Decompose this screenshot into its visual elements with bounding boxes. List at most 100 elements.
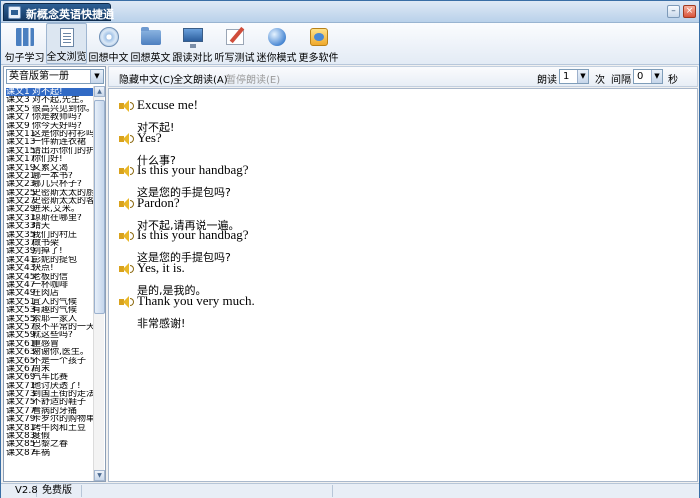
scroll-up-arrow-icon[interactable]: ▲ <box>94 86 105 97</box>
lesson-number: 课文25 <box>6 188 36 198</box>
lesson-list-item[interactable]: 课文37做书架 <box>6 239 94 247</box>
lesson-list-item[interactable]: 课文81烤牛肉和土豆 <box>6 424 94 432</box>
speaker-icon[interactable] <box>119 132 134 145</box>
lesson-number: 课文73 <box>6 390 36 399</box>
tool-recall-chinese[interactable]: 回想中文 <box>88 23 129 64</box>
lesson-list-item[interactable]: 课文25史密斯太太的厨房 <box>6 189 94 197</box>
tool-full-text-browse[interactable]: 全文浏览 <box>46 23 87 64</box>
lesson-list-item[interactable]: 课文13一件新连衣裙 <box>6 138 94 146</box>
chevron-down-icon[interactable]: ▼ <box>651 70 662 83</box>
app-icon[interactable] <box>8 6 21 19</box>
hide-chinese-button[interactable]: 隐藏中文(C) <box>119 71 174 86</box>
lesson-list-item[interactable]: 课文59就这些吗? <box>6 331 94 339</box>
book-select[interactable]: 英音版第一册 ▼ <box>6 69 104 84</box>
lesson-list-item[interactable]: 课文41彭妮的提包 <box>6 256 94 264</box>
lesson-list-item[interactable]: 课文73到国王街的走法 <box>6 390 94 398</box>
tool-dictation-test[interactable]: 听写测试 <box>214 23 255 64</box>
lesson-number: 课文51 <box>6 297 36 307</box>
tool-mini-mode[interactable]: 迷你模式 <box>256 23 297 64</box>
scroll-down-arrow-icon[interactable]: ▼ <box>94 470 105 481</box>
speaker-icon[interactable] <box>119 230 134 243</box>
lesson-list-item[interactable]: 课文53有趣的气候 <box>6 306 94 314</box>
speaker-icon[interactable] <box>119 165 134 178</box>
scroll-thumb[interactable] <box>94 100 105 314</box>
lesson-list-item[interactable]: 课文55索耶一家人 <box>6 315 94 323</box>
lesson-list-item[interactable]: 课文47一杯咖啡 <box>6 281 94 289</box>
tool-more-software[interactable]: 更多软件 <box>298 23 339 64</box>
speaker-icon[interactable] <box>119 100 134 112</box>
lesson-number: 课文87 <box>6 448 36 458</box>
english-sentence[interactable]: Is this your handbag? <box>137 227 249 243</box>
lesson-list-item[interactable]: 课文87车祸 <box>6 449 94 457</box>
lesson-list-item[interactable]: 课文69汽车比赛 <box>6 373 94 381</box>
read-all-button[interactable]: 全文朗读(A) <box>173 71 228 86</box>
lesson-number: 课文23 <box>6 180 36 189</box>
lesson-list-item[interactable]: 课文27史密斯太太的客厅 <box>6 197 94 205</box>
interval-select[interactable]: 0 ▼ <box>633 69 663 84</box>
lesson-title: 汽车比赛 <box>32 373 69 382</box>
lesson-list-item[interactable]: 课文5 很高兴见到你。 <box>6 105 94 113</box>
lesson-title: 哪一本书? <box>32 171 73 181</box>
lesson-number: 课文39 <box>6 247 36 256</box>
lesson-list-item[interactable]: 课文1 对不起! <box>6 88 94 97</box>
close-button[interactable]: × <box>683 5 696 18</box>
english-sentence[interactable]: Thank you very much. <box>137 293 255 309</box>
tool-follow-reading[interactable]: 跟读对比 <box>172 23 213 64</box>
title-bar[interactable]: 新概念英语快捷通 – × <box>1 1 699 23</box>
lesson-list-item[interactable]: 课文9 你今天好吗? <box>6 122 94 130</box>
document-page-icon <box>55 27 79 47</box>
lesson-list-item[interactable]: 课文63谢谢你,医生。 <box>6 348 94 356</box>
lesson-list-item[interactable]: 课文3 对不起,先生。 <box>6 96 94 104</box>
lesson-list-item[interactable]: 课文77看病的牙痛 <box>6 407 94 415</box>
lesson-list-item[interactable]: 课文45老板的信 <box>6 273 94 281</box>
chevron-down-icon[interactable]: ▼ <box>577 70 588 83</box>
lesson-title: 对不起! <box>32 88 63 97</box>
lesson-list-item[interactable]: 课文31琼斯在哪里? <box>6 214 94 222</box>
english-sentence[interactable]: Pardon? <box>137 195 180 211</box>
lesson-title: 不是一个孩子 <box>32 356 87 365</box>
lesson-number: 课文17 <box>6 155 36 164</box>
tool-sentence-study[interactable]: 句子学习 <box>4 23 45 64</box>
repeat-count-select[interactable]: 1 ▼ <box>559 69 589 84</box>
lesson-title: 巴黎之春 <box>32 440 69 449</box>
lesson-list-item[interactable]: 课文49在肉店 <box>6 289 94 297</box>
lesson-list-item[interactable]: 课文19又累又渴 <box>6 164 94 172</box>
lesson-list-item[interactable]: 课文67周末 <box>6 365 94 373</box>
tool-label: 听写测试 <box>214 53 255 64</box>
speaker-icon[interactable] <box>119 295 134 308</box>
english-sentence[interactable]: Yes? <box>137 130 162 146</box>
lesson-list-item[interactable]: 课文85巴黎之春 <box>6 440 94 448</box>
english-sentence[interactable]: Yes, it is. <box>137 260 185 276</box>
lesson-list-item[interactable]: 课文61重感冒 <box>6 340 94 348</box>
lesson-list-item[interactable]: 课文17你们好! <box>6 155 94 163</box>
lesson-list-item[interactable]: 课文39别掉了! <box>6 247 94 255</box>
english-sentence[interactable]: Excuse me! <box>137 97 198 113</box>
lesson-number: 课文57 <box>6 322 36 332</box>
lesson-list-item[interactable]: 课文29进来,艾米。 <box>6 205 94 213</box>
lesson-list-item[interactable]: 课文15请出示你们的护照。 <box>6 147 94 155</box>
tool-recall-english[interactable]: 回想英文 <box>130 23 171 64</box>
speaker-icon[interactable] <box>119 263 134 275</box>
pause-reading-button[interactable]: 暂停朗读(E) <box>226 71 280 86</box>
lesson-list-item[interactable]: 课文57很不平常的一天 <box>6 323 94 331</box>
lesson-list-item[interactable]: 课文35我们的村庄 <box>6 231 94 239</box>
lesson-list-item[interactable]: 课文65不是一个孩子 <box>6 357 94 365</box>
speaker-icon[interactable] <box>119 197 134 210</box>
lesson-list-item[interactable]: 课文11这是你的衬衫吗? <box>6 130 94 138</box>
chevron-down-icon[interactable]: ▼ <box>90 70 103 83</box>
lesson-list-item[interactable]: 课文83度假 <box>6 432 94 440</box>
lesson-list-item[interactable]: 课文23哪几只杯子? <box>6 180 94 188</box>
lesson-list-item[interactable]: 课文33晴天 <box>6 222 94 230</box>
lesson-number: 课文27 <box>6 197 36 206</box>
lesson-list-item[interactable]: 课文21哪一本书? <box>6 172 94 180</box>
lesson-list-item[interactable]: 课文51宜人的气候 <box>6 298 94 306</box>
lesson-list-item[interactable]: 课文7 你是教师吗? <box>6 113 94 121</box>
lesson-number: 课文67 <box>6 364 36 374</box>
lesson-list-item[interactable]: 课文79卡罗尔的购物单 <box>6 415 94 423</box>
lesson-list-item[interactable]: 课文71他讨厌透了! <box>6 382 94 390</box>
lesson-list-item[interactable]: 课文43快点! <box>6 264 94 272</box>
minimize-button[interactable]: – <box>667 5 680 18</box>
lesson-scrollbar[interactable]: ▲ ▼ <box>93 86 105 481</box>
lesson-list-item[interactable]: 课文75不舒适的鞋子 <box>6 398 94 406</box>
english-sentence[interactable]: Is this your handbag? <box>137 162 249 178</box>
